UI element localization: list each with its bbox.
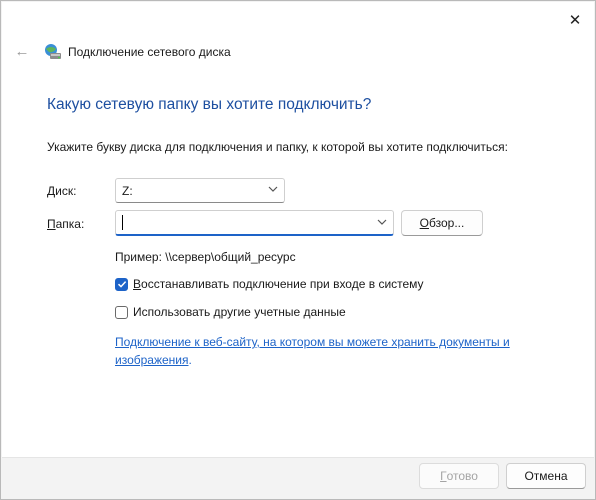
chevron-down-icon — [268, 182, 278, 199]
checkmark-icon — [117, 281, 126, 288]
website-link-paragraph: Подключение к веб-сайту, на котором вы м… — [115, 333, 555, 369]
text-caret — [122, 215, 123, 230]
other-credentials-label-pre: Использовать другие учетные — [133, 305, 304, 319]
folder-combobox[interactable] — [115, 210, 394, 236]
reconnect-checkbox[interactable] — [115, 277, 128, 291]
drive-label-rest: иск: — [55, 184, 77, 198]
reconnect-option[interactable]: Восстанавливать подключение при входе в … — [115, 277, 424, 291]
other-credentials-checkbox[interactable] — [115, 305, 128, 319]
back-button[interactable]: ← — [11, 40, 33, 62]
drive-select[interactable]: Z: — [115, 178, 285, 203]
network-drive-icon — [45, 44, 61, 59]
browse-button[interactable]: Обзор... — [401, 210, 483, 236]
folder-input[interactable] — [120, 212, 370, 233]
dialog-window: ✕ ← Подключение сетевого диска Какую сет… — [0, 0, 596, 500]
other-credentials-label: Использовать другие учетные данные — [133, 305, 346, 319]
browse-hotkey: О — [419, 216, 429, 230]
other-credentials-hotkey: д — [303, 305, 311, 319]
folder-label-hotkey: П — [47, 217, 56, 231]
browse-label: бзор... — [429, 216, 465, 230]
close-icon: ✕ — [568, 12, 582, 29]
drive-label: Диск: — [47, 184, 76, 198]
reconnect-label: Восстанавливать подключение при входе в … — [133, 277, 424, 291]
other-credentials-label-rest: анные — [310, 305, 346, 319]
other-credentials-option[interactable]: Использовать другие учетные данные — [115, 305, 346, 319]
window-title: Подключение сетевого диска — [68, 45, 231, 59]
finish-label: отово — [446, 469, 478, 483]
title-row: Подключение сетевого диска — [44, 42, 231, 62]
drive-label-hotkey: Д — [47, 184, 56, 198]
link-trailing-period: . — [188, 353, 192, 367]
dialog-content: ✕ ← Подключение сетевого диска Какую сет… — [2, 2, 594, 457]
cancel-button[interactable]: Отмена — [506, 463, 586, 489]
drive-value: Z: — [122, 183, 133, 198]
back-arrow-icon: ← — [14, 42, 30, 60]
folder-label: Папка: — [47, 217, 84, 231]
folder-label-rest: апка: — [55, 217, 85, 231]
finish-button[interactable]: Готово — [419, 463, 499, 489]
close-button[interactable]: ✕ — [560, 8, 590, 32]
reconnect-label-rest: осстанавливать подключение при входе в с… — [141, 277, 424, 291]
page-heading: Какую сетевую папку вы хотите подключить… — [47, 96, 372, 113]
instruction-text: Укажите букву диска для подключения и па… — [47, 140, 508, 154]
chevron-down-icon[interactable] — [377, 215, 387, 232]
website-link[interactable]: Подключение к веб-сайту, на котором вы м… — [115, 335, 510, 367]
reconnect-hotkey: В — [133, 277, 142, 291]
example-text: Пример: \\сервер\общий_ресурс — [115, 250, 296, 264]
